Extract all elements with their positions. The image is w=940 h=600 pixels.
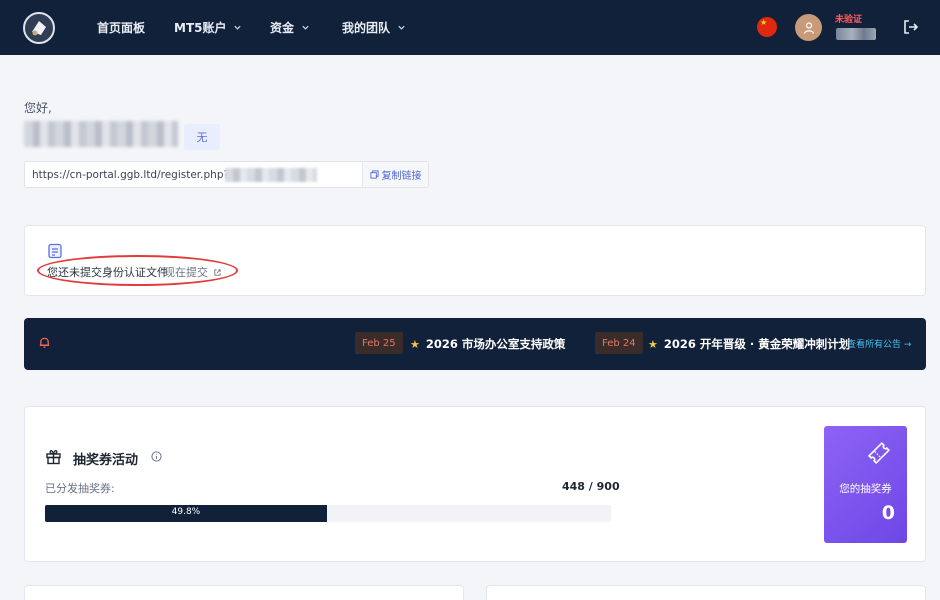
chevron-down-icon	[398, 25, 405, 30]
level-badge: 无	[184, 124, 220, 150]
referral-code-redacted	[225, 168, 317, 182]
announcement-item[interactable]: ★ 2026 开年晋级 · 黄金荣耀冲刺计划	[648, 336, 850, 352]
chevron-down-icon	[302, 25, 309, 30]
your-tickets-label: 您的抽奖券	[839, 483, 892, 495]
gift-icon	[46, 450, 61, 465]
star-icon: ★	[410, 337, 420, 351]
user-name-redacted	[24, 121, 178, 147]
info-icon[interactable]	[151, 451, 162, 462]
bottom-card-left	[24, 585, 464, 600]
nav-item-mt5-accounts[interactable]: MT5账户	[174, 19, 242, 36]
lottery-progress-bar: 49.8%	[45, 505, 611, 522]
star-icon: ★	[648, 337, 658, 351]
view-all-announcements-link[interactable]: 查看所有公告 →	[847, 337, 911, 350]
announcement-item[interactable]: ★ 2026 市场办公室支持政策	[410, 336, 565, 352]
nav-item-dashboard[interactable]: 首页面板	[97, 19, 145, 36]
document-icon	[48, 243, 62, 259]
copy-link-label: 复制链接	[381, 171, 422, 182]
nav-item-my-team[interactable]: 我的团队	[342, 19, 406, 36]
bell-icon	[39, 337, 50, 348]
nav-item-label: 我的团队	[342, 21, 391, 35]
lottery-title: 抽奖券活动	[73, 453, 139, 468]
user-avatar-icon[interactable]	[795, 14, 822, 41]
your-tickets-value: 0	[881, 502, 895, 524]
nav-item-label: 资金	[270, 21, 295, 35]
bottom-card-right	[486, 585, 926, 600]
copy-link-button[interactable]: 复制链接	[362, 162, 428, 187]
progress-label: 49.8%	[171, 507, 201, 517]
announcement-bar: Feb 25 ★ 2026 市场办公室支持政策 Feb 24 ★ 2026 开年…	[24, 318, 926, 370]
chevron-down-icon	[234, 25, 242, 30]
logout-icon[interactable]	[902, 18, 920, 36]
top-navbar: 首页面板 MT5账户 资金 我的团队 ★ 未验证	[0, 0, 940, 55]
announcement-title: 2026 开年晋级 · 黄金荣耀冲刺计划	[663, 337, 851, 351]
lottery-card: 抽奖券活动 已分发抽奖券: 448 / 900 49.8% 您的抽奖券 0	[24, 406, 926, 562]
distributed-count: 448 / 900	[562, 480, 620, 493]
announcement-date: Feb 25	[355, 332, 403, 354]
username-redacted[interactable]	[836, 28, 876, 40]
highlight-ellipse-annotation	[37, 255, 238, 286]
logo-icon[interactable]	[23, 12, 55, 44]
distributed-label: 已分发抽奖券:	[45, 482, 115, 495]
announcement-date: Feb 24	[595, 332, 643, 354]
nav-item-label: 首页面板	[97, 21, 146, 35]
nav-item-label: MT5账户	[174, 21, 227, 35]
announcement-title: 2026 市场办公室支持政策	[425, 337, 566, 351]
referral-link-field[interactable]: https://cn-portal.ggb.ltd/register.php?r…	[24, 161, 429, 188]
verification-status-badge: 未验证	[835, 15, 863, 25]
announcement-clip: ★ 2026 开年晋级 · 黄金荣耀冲刺计划	[648, 318, 860, 370]
china-flag-icon[interactable]: ★	[757, 17, 777, 37]
greeting-text: 您好,	[24, 101, 52, 115]
your-tickets-panel[interactable]: 您的抽奖券 0	[824, 426, 907, 543]
ticket-icon	[867, 441, 891, 465]
referral-link-text: https://cn-portal.ggb.ltd/register.php?r…	[32, 169, 253, 181]
progress-fill: 49.8%	[45, 505, 327, 522]
nav-item-funds[interactable]: 资金	[270, 19, 310, 36]
copy-icon	[369, 170, 379, 179]
